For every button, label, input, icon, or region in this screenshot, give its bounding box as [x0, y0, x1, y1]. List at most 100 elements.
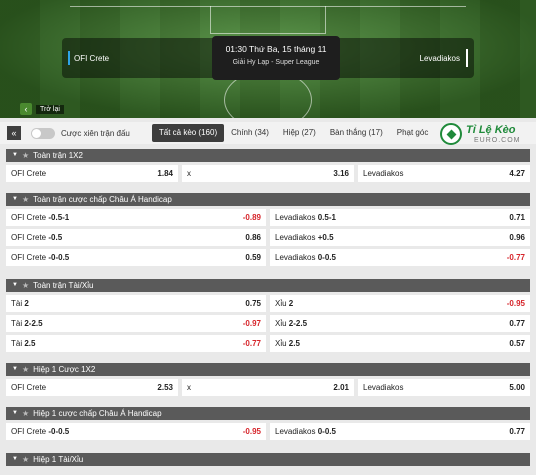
odds-cell[interactable]: Tài 2-2.5 -0.97	[6, 315, 266, 332]
market-section: ▼ ★ Toàn trận cược chấp Châu Á Handicap OFI…	[6, 193, 530, 266]
collapse-triangle-icon[interactable]: ▼	[12, 407, 18, 420]
match-info-bar: OFI Crete 01:30 Thứ Ba, 15 tháng 11 Giải…	[62, 36, 474, 80]
market-section-title: Hiệp 1 cược chấp Châu Á Handicap	[33, 409, 162, 418]
odds-value: 5.00	[509, 383, 525, 392]
match-hero-banner: OFI Crete 01:30 Thứ Ba, 15 tháng 11 Giải…	[0, 0, 536, 118]
odds-cell[interactable]: OFI Crete -0.5 0.86	[6, 229, 266, 246]
market-section-header[interactable]: ▼ ★ Toàn trận 1X2	[6, 149, 530, 162]
favorite-star-icon[interactable]: ★	[22, 149, 29, 162]
collapse-triangle-icon[interactable]: ▼	[12, 363, 18, 376]
selection-name: Levadiakos	[363, 383, 404, 392]
selection-label: OFI Crete -0.5-1	[11, 213, 69, 222]
back-control[interactable]: ‹ Trở lại	[20, 102, 64, 116]
selection-label: OFI Crete -0-0.5	[11, 253, 69, 262]
odds-cell[interactable]: Xỉu 2.5 0.57	[270, 335, 530, 352]
match-time-box: 01:30 Thứ Ba, 15 tháng 11 Giải Hy Lạp - …	[212, 36, 340, 80]
odds-row: OFI Crete -0.5-1 -0.89 Levadiakos 0.5-1 0.7…	[6, 209, 530, 226]
favorite-star-icon[interactable]: ★	[22, 453, 29, 466]
back-label[interactable]: Trở lại	[36, 104, 64, 114]
tab-main[interactable]: Chính (34)	[224, 124, 276, 142]
collapse-triangle-icon[interactable]: ▼	[12, 149, 18, 162]
odds-cell[interactable]: Tài 2.5 -0.77	[6, 335, 266, 352]
selection-name: OFI Crete	[11, 253, 47, 262]
selection-label: OFI Crete	[11, 169, 46, 178]
selection-label: Tài 2	[11, 299, 29, 308]
odds-cell[interactable]: OFI Crete -0-0.5 -0.95	[6, 423, 266, 440]
odds-row: OFI Crete 1.84 x 3.16 Levadiakos 4.27	[6, 165, 530, 182]
odds-cell[interactable]: Levadiakos 5.00	[358, 379, 530, 396]
odds-value: 0.77	[509, 427, 525, 436]
market-section-header[interactable]: ▼ ★ Toàn trận cược chấp Châu Á Handicap	[6, 193, 530, 206]
odds-cell[interactable]: Levadiakos 0.5-1 0.71	[270, 209, 530, 226]
handicap-line: 2-2.5	[24, 319, 43, 328]
odds-cell[interactable]: Xỉu 2 -0.95	[270, 295, 530, 312]
odds-cell[interactable]: x 2.01	[182, 379, 354, 396]
selection-name: Xỉu	[275, 319, 287, 328]
favorite-star-icon[interactable]: ★	[22, 279, 29, 292]
odds-value: 0.77	[509, 319, 525, 328]
market-section-title: Toàn trận cược chấp Châu Á Handicap	[33, 195, 172, 204]
handicap-line: 2	[288, 299, 294, 308]
odds-cell[interactable]: x 3.16	[182, 165, 354, 182]
handicap-line: 2.5	[24, 339, 36, 348]
odds-value: 3.16	[333, 169, 349, 178]
odds-value: 2.53	[157, 383, 173, 392]
pitch-goal-box	[210, 6, 326, 34]
market-section-header[interactable]: ▼ ★ Hiệp 1 cược chấp Châu Á Handicap	[6, 407, 530, 420]
selection-name: OFI Crete	[11, 169, 47, 178]
handicap-line: 0-0.5	[317, 427, 336, 436]
collapse-triangle-icon[interactable]: ▼	[12, 453, 18, 466]
favorite-star-icon[interactable]: ★	[22, 363, 29, 376]
selection-label: OFI Crete -0-0.5	[11, 427, 69, 436]
odds-value: -0.95	[506, 299, 525, 308]
logo-brand: Tỉ Lệ Kèo	[466, 124, 516, 136]
selection-name: Tài	[11, 319, 23, 328]
odds-value: 0.96	[509, 233, 525, 242]
odds-cell[interactable]: OFI Crete 1.84	[6, 165, 178, 182]
odds-row: Tài 2-2.5 -0.97 Xỉu 2-2.5 0.77	[6, 315, 530, 332]
market-section-title: Toàn trận 1X2	[33, 151, 83, 160]
collapse-all-icon[interactable]: «	[7, 126, 21, 140]
odds-cell[interactable]: Levadiakos 4.27	[358, 165, 530, 182]
logo-sub: EURO.COM	[474, 137, 521, 144]
odds-value: 0.75	[245, 299, 261, 308]
odds-value: 4.27	[509, 169, 525, 178]
selection-label: Tài 2.5	[11, 339, 35, 348]
handicap-line: 0.5-1	[317, 213, 336, 222]
market-section-header[interactable]: ▼ ★ Toàn trận Tài/Xỉu	[6, 279, 530, 292]
tab-corners[interactable]: Phạt góc	[390, 124, 436, 142]
market-section: ▼ ★ Hiệp 1 Tài/Xỉu	[6, 453, 530, 466]
collapse-triangle-icon[interactable]: ▼	[12, 193, 18, 206]
odds-cell[interactable]: OFI Crete 2.53	[6, 379, 178, 396]
odds-cell[interactable]: Levadiakos 0-0.5 0.77	[270, 423, 530, 440]
odds-cell[interactable]: Xỉu 2-2.5 0.77	[270, 315, 530, 332]
odds-value: 2.01	[333, 383, 349, 392]
odds-cell[interactable]: Levadiakos +0.5 0.96	[270, 229, 530, 246]
selection-label: Xỉu 2	[275, 299, 293, 308]
tab-half[interactable]: Hiệp (27)	[276, 124, 323, 142]
odds-row: OFI Crete -0-0.5 0.59 Levadiakos 0-0.5 -0.7…	[6, 249, 530, 266]
odds-cell[interactable]: OFI Crete -0-0.5 0.59	[6, 249, 266, 266]
handicap-line: 0-0.5	[317, 253, 336, 262]
selection-label: OFI Crete -0.5	[11, 233, 62, 242]
market-section-header[interactable]: ▼ ★ Hiệp 1 Tài/Xỉu	[6, 453, 530, 466]
handicap-line: -0-0.5	[48, 427, 70, 436]
market-section: ▼ ★ Toàn trận Tài/Xỉu Tài 2 0.75 Xỉu 2 -0.95 Tà…	[6, 279, 530, 352]
odds-row: Tài 2.5 -0.77 Xỉu 2.5 0.57	[6, 335, 530, 352]
selection-label: x	[187, 383, 191, 392]
odds-cell[interactable]: Tài 2 0.75	[6, 295, 266, 312]
tab-all[interactable]: Tất cả kèo (160)	[151, 124, 225, 142]
selection-label: Levadiakos 0-0.5	[275, 427, 336, 436]
selection-label: Levadiakos	[363, 383, 403, 392]
odds-row: OFI Crete -0-0.5 -0.95 Levadiakos 0-0.5 0.7…	[6, 423, 530, 440]
tab-goals[interactable]: Bàn thắng (17)	[323, 124, 390, 142]
parlay-toggle[interactable]	[31, 127, 55, 139]
selection-name: Levadiakos	[275, 213, 316, 222]
odds-cell[interactable]: OFI Crete -0.5-1 -0.89	[6, 209, 266, 226]
chevron-left-icon[interactable]: ‹	[20, 103, 32, 115]
favorite-star-icon[interactable]: ★	[22, 407, 29, 420]
collapse-triangle-icon[interactable]: ▼	[12, 279, 18, 292]
favorite-star-icon[interactable]: ★	[22, 193, 29, 206]
market-section-header[interactable]: ▼ ★ Hiệp 1 Cược 1X2	[6, 363, 530, 376]
odds-cell[interactable]: Levadiakos 0-0.5 -0.77	[270, 249, 530, 266]
